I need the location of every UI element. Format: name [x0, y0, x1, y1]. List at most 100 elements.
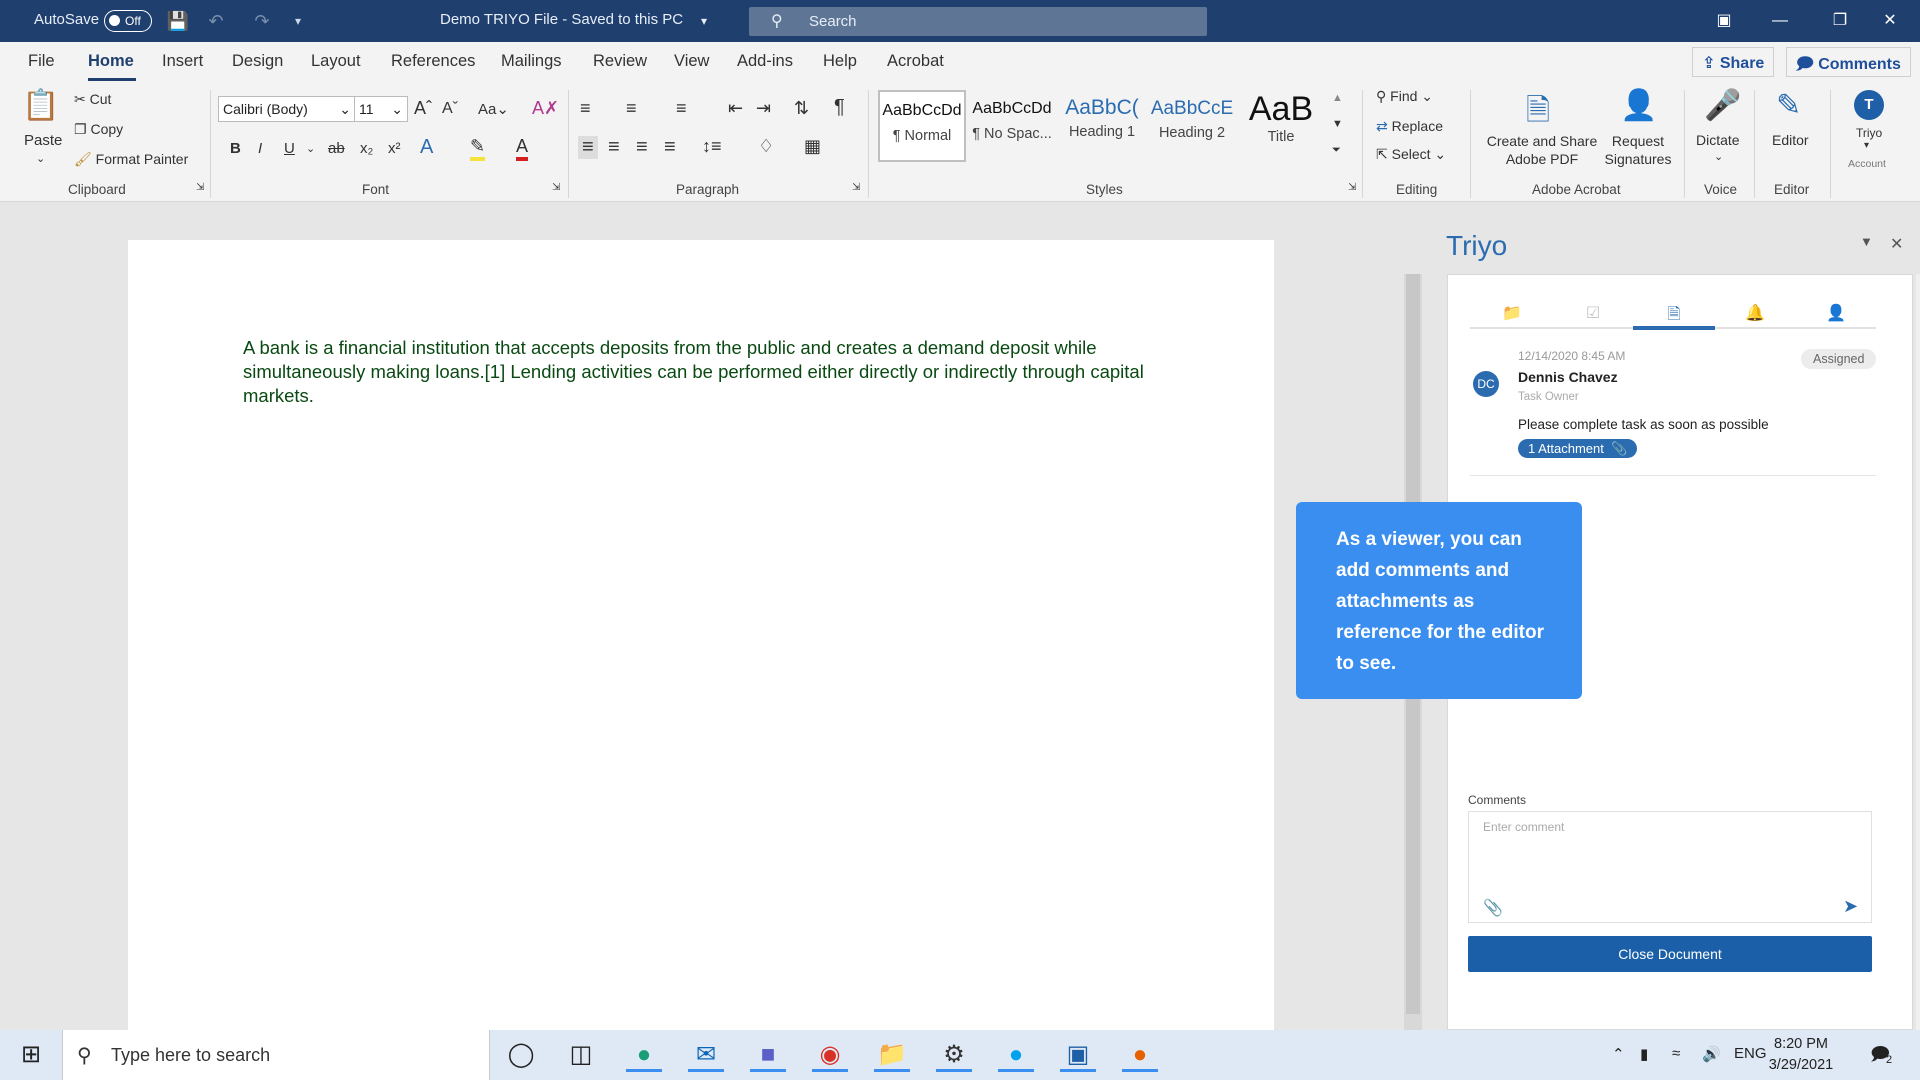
- styles-scroll-up-icon[interactable]: ▲: [1332, 92, 1343, 104]
- align-center-icon[interactable]: ≡: [608, 136, 620, 159]
- format-painter-button[interactable]: 🖌 Format Painter: [74, 151, 188, 168]
- tab-add-ins[interactable]: Add-ins: [737, 52, 793, 71]
- document-review-icon[interactable]: 🗎: [1664, 303, 1684, 323]
- font-family-select[interactable]: Calibri (Body) ⌄: [218, 96, 356, 122]
- undo-icon[interactable]: ↶: [204, 9, 228, 33]
- tab-file[interactable]: File: [28, 52, 55, 71]
- tab-view[interactable]: View: [674, 52, 709, 71]
- italic-icon[interactable]: I: [258, 140, 262, 157]
- editor-icon[interactable]: ✎: [1776, 88, 1801, 123]
- clear-formatting-icon[interactable]: A✗: [532, 98, 559, 119]
- user-icon[interactable]: 👤: [1826, 303, 1846, 323]
- numbering-icon[interactable]: ≡: [626, 98, 637, 119]
- align-right-icon[interactable]: ≡: [636, 136, 648, 159]
- clipboard-launcher-icon[interactable]: ⇲: [196, 182, 204, 193]
- comments-button[interactable]: 🗩 Comments: [1786, 47, 1911, 77]
- strikethrough-icon[interactable]: ab: [328, 140, 345, 157]
- style-heading-1[interactable]: AaBbC( Heading 1: [1058, 90, 1146, 162]
- line-spacing-icon[interactable]: ↕≡: [702, 136, 722, 157]
- title-search-box[interactable]: ⚲ Search: [749, 7, 1207, 36]
- restore-icon[interactable]: ❐: [1816, 0, 1864, 42]
- shading-icon[interactable]: ♢: [758, 136, 774, 157]
- attachment-chip[interactable]: 1 Attachment 📎: [1518, 439, 1638, 458]
- account-dropdown-icon[interactable]: ▾: [1864, 140, 1869, 151]
- send-icon[interactable]: ➤: [1843, 896, 1858, 917]
- minimize-icon[interactable]: —: [1756, 0, 1804, 42]
- dictate-icon[interactable]: 🎤: [1704, 88, 1741, 123]
- cortana-icon[interactable]: ◯: [503, 1038, 539, 1072]
- bullets-icon[interactable]: ≡: [580, 98, 591, 119]
- subscript-icon[interactable]: x₂: [360, 140, 373, 157]
- borders-icon[interactable]: ▦: [804, 136, 821, 157]
- title-dropdown-icon[interactable]: ▾: [692, 9, 716, 33]
- tab-mailings[interactable]: Mailings: [501, 52, 562, 71]
- word-icon[interactable]: ▣: [1060, 1038, 1096, 1072]
- autosave-toggle[interactable]: Off: [104, 10, 152, 32]
- tab-insert[interactable]: Insert: [162, 52, 203, 71]
- skype-icon[interactable]: ●: [998, 1038, 1034, 1072]
- close-window-icon[interactable]: ✕: [1866, 0, 1914, 42]
- replace-button[interactable]: ⇄ Replace: [1376, 118, 1443, 135]
- triyo-account-icon[interactable]: T: [1854, 90, 1884, 120]
- paste-label[interactable]: Paste: [24, 132, 62, 149]
- styles-more-icon[interactable]: ⏷: [1332, 144, 1341, 157]
- underline-icon[interactable]: U: [284, 140, 295, 157]
- task-view-icon[interactable]: ◫: [563, 1038, 599, 1072]
- show-hidden-icons-icon[interactable]: ⌃: [1612, 1045, 1625, 1063]
- taskbar-clock[interactable]: 8:20 PM 3/29/2021: [1760, 1034, 1842, 1076]
- font-color-icon[interactable]: A: [516, 136, 529, 161]
- folder-icon[interactable]: 📁: [1502, 303, 1522, 323]
- superscript-icon[interactable]: x²: [388, 140, 401, 157]
- increase-indent-icon[interactable]: ⇥: [756, 98, 771, 119]
- find-button[interactable]: ⚲ Find ⌄: [1376, 88, 1433, 105]
- tab-acrobat[interactable]: Acrobat: [887, 52, 944, 71]
- wifi-icon[interactable]: ≈: [1672, 1045, 1680, 1062]
- create-pdf-button[interactable]: Create and Share Adobe PDF: [1484, 132, 1600, 168]
- multilevel-list-icon[interactable]: ≡: [676, 98, 687, 119]
- grow-font-icon[interactable]: Aˆ: [414, 98, 432, 119]
- change-case-icon[interactable]: Aa⌄: [478, 100, 509, 118]
- settings-gear-icon[interactable]: ⚙: [936, 1038, 972, 1072]
- dictate-label[interactable]: Dictate: [1696, 132, 1740, 148]
- volume-icon[interactable]: 🔊: [1702, 1045, 1721, 1063]
- teams-icon[interactable]: ■: [750, 1038, 786, 1072]
- cut-button[interactable]: ✂ Cut: [74, 91, 111, 108]
- edge-icon[interactable]: ●: [626, 1038, 662, 1072]
- share-button[interactable]: ⇪ Share: [1692, 47, 1775, 77]
- style-title[interactable]: AaB Title: [1238, 90, 1324, 162]
- align-left-icon[interactable]: ≡: [578, 136, 598, 159]
- tab-references[interactable]: References: [391, 52, 475, 71]
- close-document-button[interactable]: Close Document: [1468, 936, 1872, 972]
- tab-design[interactable]: Design: [232, 52, 283, 71]
- sort-icon[interactable]: ⇅: [794, 98, 809, 119]
- windows-start-icon[interactable]: ⊞: [13, 1038, 49, 1072]
- comment-input[interactable]: Enter comment 📎 ➤: [1468, 811, 1872, 923]
- paste-icon[interactable]: 📋: [22, 88, 59, 123]
- bell-icon[interactable]: 🔔: [1745, 303, 1765, 323]
- document-page[interactable]: A bank is a financial institution that a…: [128, 240, 1274, 1030]
- text-effects-icon[interactable]: A: [420, 136, 433, 159]
- font-launcher-icon[interactable]: ⇲: [552, 182, 560, 193]
- copy-button[interactable]: ❐ Copy: [74, 121, 123, 138]
- highlight-color-icon[interactable]: ✎: [470, 136, 486, 161]
- document-body-text[interactable]: A bank is a financial institution that a…: [243, 336, 1173, 408]
- tab-layout[interactable]: Layout: [311, 52, 361, 71]
- styles-scroll-down-icon[interactable]: ▼: [1332, 118, 1343, 130]
- show-formatting-icon[interactable]: ¶: [834, 96, 845, 119]
- triyo-account-label[interactable]: Triyo: [1856, 126, 1882, 140]
- taskbar-search[interactable]: ⚲ Type here to search: [62, 1030, 490, 1080]
- document-title[interactable]: Demo TRIYO File - Saved to this PC: [440, 11, 683, 28]
- dictate-dropdown-icon[interactable]: ⌄: [1714, 150, 1723, 163]
- font-size-select[interactable]: 11 ⌄: [354, 96, 408, 122]
- style-no-spacing[interactable]: AaBbCcDd ¶ No Spac...: [968, 90, 1056, 162]
- firefox-icon[interactable]: ●: [1122, 1038, 1158, 1072]
- battery-icon[interactable]: ▮: [1640, 1045, 1648, 1063]
- underline-dropdown-icon[interactable]: ⌄: [306, 142, 315, 155]
- bold-icon[interactable]: B: [230, 140, 241, 157]
- ribbon-display-icon[interactable]: ▣: [1700, 0, 1748, 42]
- tab-home[interactable]: Home: [88, 52, 134, 71]
- pane-scrollbar[interactable]: [1916, 274, 1920, 1030]
- customize-qat-icon[interactable]: ▾: [286, 9, 310, 33]
- task-check-icon[interactable]: ☑: [1583, 303, 1603, 323]
- style-normal[interactable]: AaBbCcDd ¶ Normal: [878, 90, 966, 162]
